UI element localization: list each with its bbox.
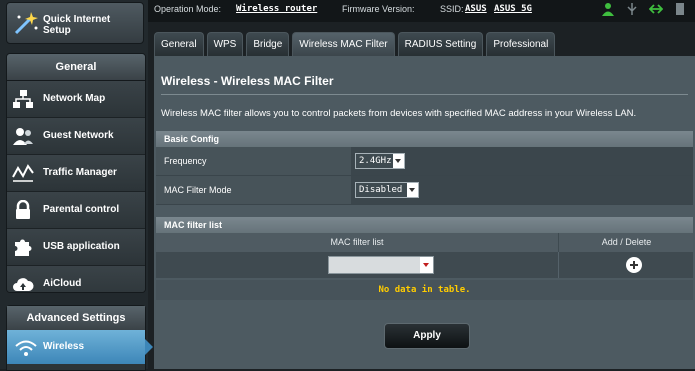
client-status-icon[interactable]: [601, 2, 615, 16]
quick-internet-setup-label: Quick Internet Setup: [43, 14, 111, 36]
frequency-value-cell: 2.4GHz: [351, 147, 693, 175]
tab-general[interactable]: General: [154, 32, 204, 57]
sidebar-item-label: Network Map: [43, 93, 106, 104]
mac-list-column-headers: MAC filter list Add / Delete: [156, 233, 693, 252]
ssid-link-24[interactable]: ASUS: [465, 4, 487, 14]
sidebar-item-network-map[interactable]: Network Map: [7, 81, 145, 118]
cloud-icon: [13, 278, 34, 291]
apply-button[interactable]: Apply: [384, 323, 470, 349]
sidebar-item-usb-application[interactable]: USB application: [7, 229, 145, 266]
magic-wand-icon: [14, 12, 38, 35]
frequency-select[interactable]: 2.4GHz: [355, 153, 405, 169]
usb-status-icon[interactable]: [625, 2, 639, 16]
frequency-selected-value: 2.4GHz: [359, 156, 392, 166]
advanced-settings-menu: Advanced Settings Wireless: [6, 305, 153, 371]
mac-filter-mode-selected-value: Disabled: [359, 185, 403, 195]
operation-mode-label: Operation Mode:: [154, 4, 222, 14]
chevron-down-icon: [407, 183, 418, 197]
sidebar-item-parental-control[interactable]: Parental control: [7, 192, 145, 229]
ssid-link-5g[interactable]: ASUS_5G: [494, 4, 532, 14]
network-map-icon: [13, 90, 33, 108]
column-header-mac-list: MAC filter list: [330, 237, 384, 247]
sidebar-item-label: Guest Network: [43, 130, 114, 141]
mac-filter-mode-select[interactable]: Disabled: [355, 182, 419, 198]
sidebar-item-label: Wireless: [43, 341, 85, 352]
active-indicator-arrow: [145, 339, 153, 355]
add-mac-button[interactable]: [626, 257, 642, 273]
wifi-icon: [15, 340, 37, 356]
general-menu-header: General: [7, 54, 145, 81]
mac-filter-mode-row: MAC Filter Mode Disabled: [156, 176, 693, 205]
operation-mode-link[interactable]: Wireless router: [236, 4, 317, 14]
quick-internet-setup-button[interactable]: Quick Internet Setup: [6, 2, 144, 44]
frequency-label: Frequency: [164, 156, 207, 166]
page-title: Wireless - Wireless MAC Filter: [161, 74, 334, 88]
sidebar-item-label: AiCloud: [43, 278, 82, 289]
traffic-manager-icon: [12, 164, 34, 182]
chevron-down-icon: [393, 154, 404, 168]
column-divider: [558, 252, 559, 278]
general-menu: General Network Map Guest Network Traffi…: [6, 53, 146, 293]
firmware-version-label: Firmware Version:: [342, 4, 415, 14]
column-header-add-delete: Add / Delete: [558, 233, 694, 252]
sidebar-item-label: Traffic Manager: [43, 167, 117, 178]
mac-list-input-row: [156, 252, 693, 278]
lock-icon: [16, 200, 30, 219]
mac-address-select[interactable]: [328, 256, 434, 274]
tab-wireless-mac-filter[interactable]: Wireless MAC Filter: [292, 32, 395, 57]
tab-bridge[interactable]: Bridge: [246, 32, 290, 57]
sidebar-item-aicloud[interactable]: AiCloud: [7, 266, 145, 292]
page-description: Wireless MAC filter allows you to contro…: [161, 108, 637, 119]
status-bar: Operation Mode: Wireless router Firmware…: [148, 0, 695, 22]
mac-filter-mode-label: MAC Filter Mode: [164, 185, 232, 195]
tab-bar: General WPS Bridge Wireless MAC Filter R…: [154, 32, 556, 57]
advanced-settings-header: Advanced Settings: [7, 306, 145, 331]
mac-list-empty-row: No data in table.: [156, 280, 693, 300]
sidebar: Quick Internet Setup General Network Map…: [0, 0, 153, 371]
sidebar-item-label: Parental control: [43, 204, 120, 215]
sidebar-item-label: USB application: [43, 241, 120, 252]
tab-professional[interactable]: Professional: [486, 32, 556, 57]
frequency-row: Frequency 2.4GHz: [156, 147, 693, 176]
empty-table-message: No data in table.: [378, 285, 471, 295]
title-divider: [161, 94, 688, 95]
tab-wps[interactable]: WPS: [206, 32, 244, 57]
guest-network-icon: [13, 128, 33, 145]
ssid-label: SSID:: [440, 4, 464, 14]
sidebar-item-traffic-manager[interactable]: Traffic Manager: [7, 155, 145, 192]
document-icon[interactable]: [673, 2, 687, 16]
internet-status-icon[interactable]: [649, 2, 663, 16]
chevron-down-icon: [420, 257, 433, 273]
basic-config-header: Basic Config: [156, 131, 693, 147]
mac-filter-mode-value-cell: Disabled: [351, 176, 693, 204]
sidebar-item-guest-network[interactable]: Guest Network: [7, 118, 145, 155]
sidebar-item-wireless[interactable]: Wireless: [7, 330, 153, 364]
mac-filter-list-header: MAC filter list: [156, 217, 693, 233]
puzzle-icon: [15, 239, 32, 256]
tab-radius-setting[interactable]: RADIUS Setting: [397, 32, 484, 57]
main-content: Wireless - Wireless MAC Filter Wireless …: [154, 56, 695, 369]
